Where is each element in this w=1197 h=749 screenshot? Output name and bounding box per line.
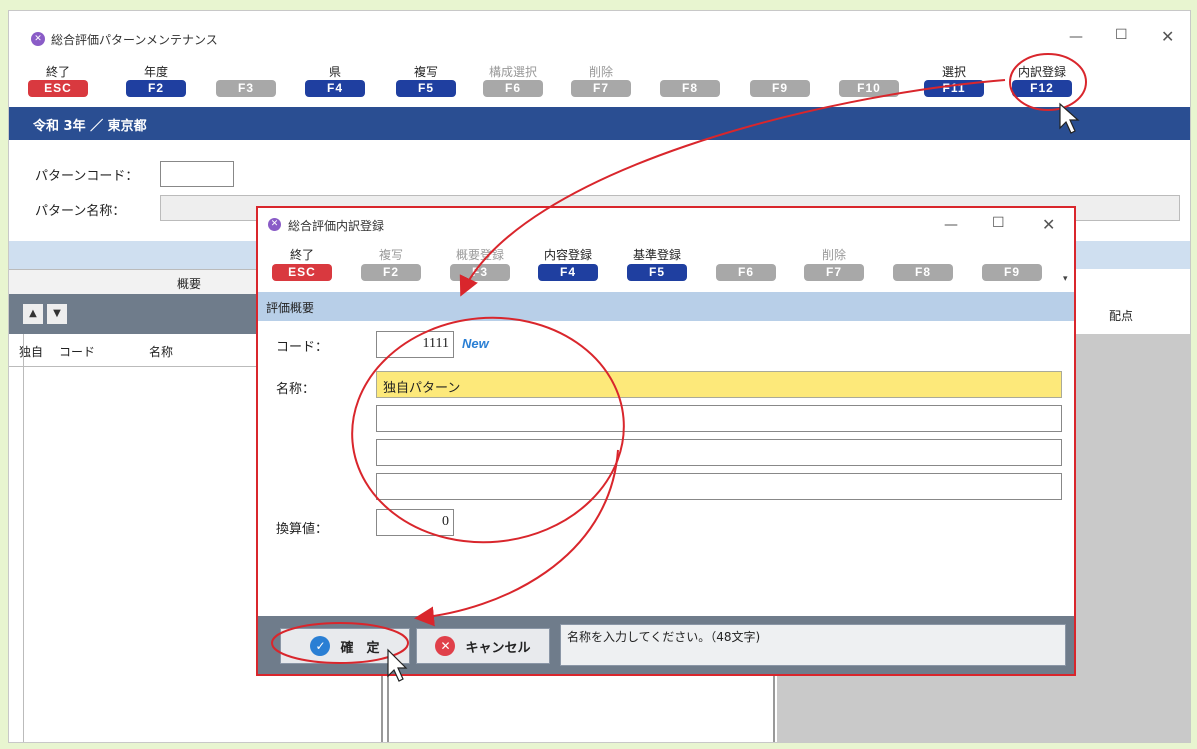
- annotation-overlay: [271, 53, 1087, 682]
- form-highlight-ellipse: [351, 316, 625, 544]
- f12-highlight-circle: [1009, 53, 1087, 111]
- arrow-to-confirm: [414, 449, 619, 627]
- arrow-to-dialog: [459, 79, 1006, 297]
- cursor-icon: [1059, 102, 1080, 134]
